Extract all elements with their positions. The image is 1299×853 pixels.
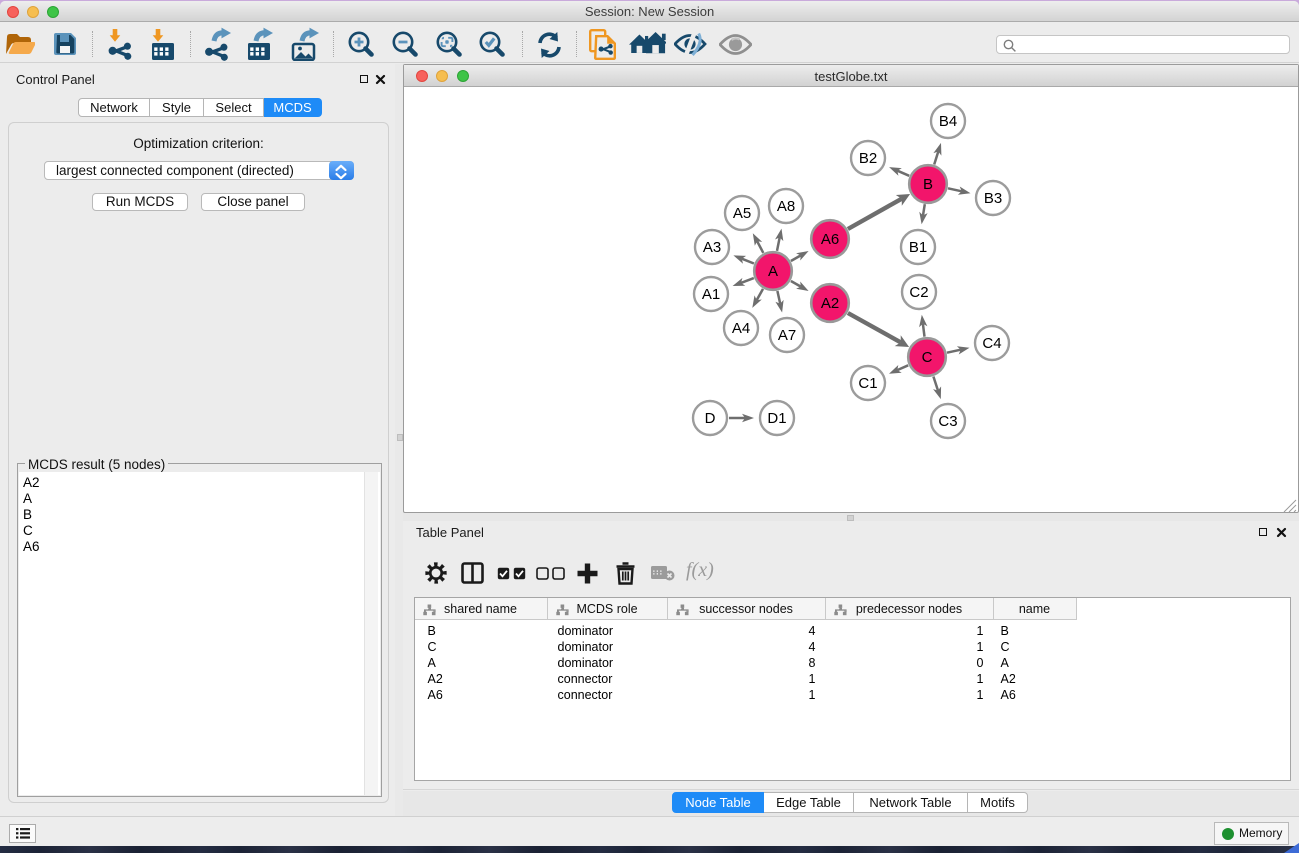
svg-text:C3: C3 — [938, 413, 957, 430]
svg-text:A5: A5 — [733, 205, 751, 222]
svg-text:B1: B1 — [909, 239, 927, 256]
svg-text:C4: C4 — [982, 335, 1001, 352]
svg-text:B: B — [923, 176, 933, 193]
svg-text:A1: A1 — [702, 286, 720, 303]
svg-text:B4: B4 — [939, 113, 957, 130]
svg-text:A2: A2 — [821, 295, 839, 312]
svg-text:D: D — [705, 410, 716, 427]
svg-text:C2: C2 — [909, 284, 928, 301]
svg-text:B3: B3 — [984, 190, 1002, 207]
svg-text:B2: B2 — [859, 150, 877, 167]
svg-text:A7: A7 — [778, 327, 796, 344]
svg-text:A8: A8 — [777, 198, 795, 215]
svg-text:C: C — [922, 349, 933, 366]
svg-text:A4: A4 — [732, 320, 750, 337]
svg-text:A: A — [768, 263, 778, 280]
svg-text:C1: C1 — [858, 375, 877, 392]
svg-text:A6: A6 — [821, 231, 839, 248]
svg-text:A3: A3 — [703, 239, 721, 256]
svg-text:D1: D1 — [767, 410, 786, 427]
